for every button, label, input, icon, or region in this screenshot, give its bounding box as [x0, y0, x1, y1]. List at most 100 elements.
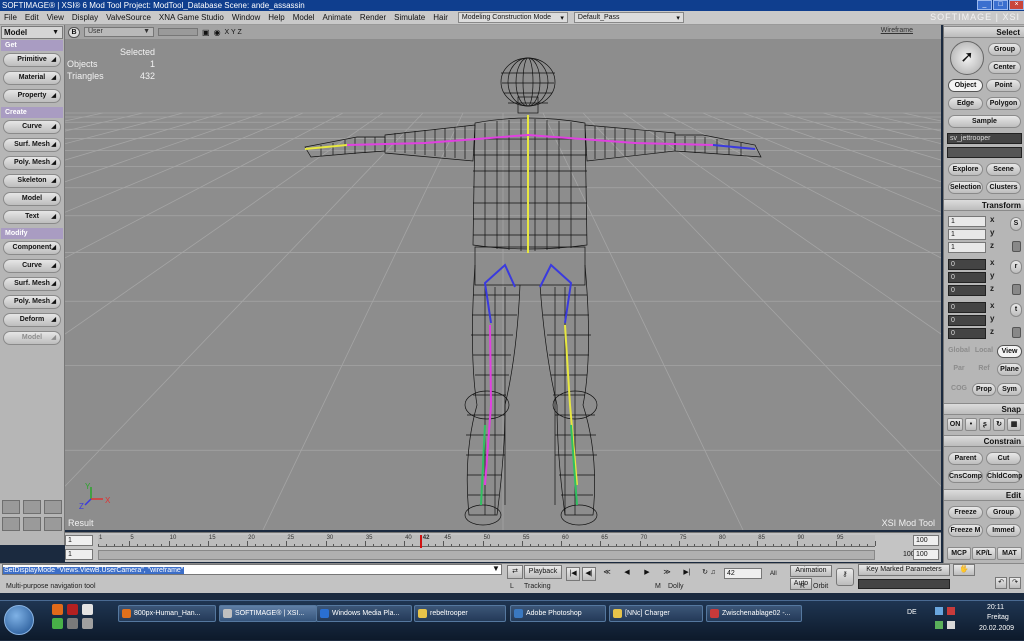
command-line[interactable]: SetDisplayMode "Views.ViewB.UserCamera",…: [2, 564, 502, 575]
modify-surf-mesh-button[interactable]: Surf. Mesh ◢: [3, 277, 61, 291]
clusters-button[interactable]: Clusters: [986, 181, 1021, 194]
last-frame-icon[interactable]: ▶|: [680, 567, 694, 581]
rotate-key-button[interactable]: r: [1010, 260, 1022, 274]
prev-key-icon[interactable]: ◀|: [582, 567, 596, 581]
browser-icon[interactable]: [52, 604, 63, 615]
task-item[interactable]: [NNc] Charger: [609, 605, 703, 622]
app-icon[interactable]: [67, 618, 78, 629]
minimize-button[interactable]: _: [977, 0, 992, 10]
viewport-b-button[interactable]: B: [68, 26, 80, 38]
layout-single-icon[interactable]: [2, 500, 20, 514]
toolbar-select[interactable]: Model ▼: [1, 26, 63, 39]
camera-select[interactable]: User ▼: [84, 27, 154, 37]
eye-icon[interactable]: ◉: [214, 28, 221, 37]
camera-icon[interactable]: ▣: [202, 28, 210, 37]
local-toggle[interactable]: Local: [972, 345, 996, 358]
snap-grid-icon[interactable]: ▦: [1007, 418, 1021, 431]
volume-icon[interactable]: [947, 621, 955, 629]
tab-mat[interactable]: MAT: [997, 547, 1022, 560]
menu-help[interactable]: Help: [264, 11, 288, 25]
property-button[interactable]: Property ◢: [3, 89, 61, 103]
task-item[interactable]: Zwischenablage02 -...: [706, 605, 802, 622]
language-indicator[interactable]: DE: [907, 609, 917, 616]
chldcomp-button[interactable]: ChldComp: [986, 470, 1022, 483]
next-frame-icon[interactable]: ≫: [660, 567, 674, 581]
scene-button[interactable]: Scene: [986, 163, 1021, 176]
app-icon[interactable]: [82, 618, 93, 629]
view-toggle[interactable]: View: [997, 345, 1022, 358]
scale-y-axis[interactable]: y: [990, 228, 994, 237]
immed-button[interactable]: Immed: [986, 524, 1021, 537]
timeline-range-start-field[interactable]: 1: [65, 549, 93, 560]
freeze-m-button[interactable]: Freeze M: [948, 524, 983, 537]
first-frame-icon[interactable]: |◀: [566, 567, 580, 581]
skeleton-button[interactable]: Skeleton ◢: [3, 174, 61, 188]
pass-select[interactable]: Default_Pass ▾: [573, 12, 684, 23]
menu-view[interactable]: View: [43, 11, 68, 25]
task-item[interactable]: Adobe Photoshop: [510, 605, 606, 622]
key-marked-parameters-button[interactable]: Key Marked Parameters: [858, 564, 950, 576]
select-sample-button[interactable]: Sample: [948, 115, 1021, 128]
scale-key-button[interactable]: S: [1010, 217, 1022, 231]
deform-button[interactable]: Deform ◢: [3, 313, 61, 327]
playback-options-icon[interactable]: ⇄: [507, 565, 523, 579]
app-icon[interactable]: [82, 604, 93, 615]
explore-button[interactable]: Explore: [948, 163, 983, 176]
menu-window[interactable]: Window: [228, 11, 264, 25]
translate-key-button[interactable]: t: [1010, 303, 1022, 317]
prev-frame-icon[interactable]: ≪: [600, 567, 614, 581]
animation-button[interactable]: Animation: [790, 565, 832, 577]
select-object-button[interactable]: Object: [948, 79, 983, 92]
translate-lock-icon[interactable]: [1012, 327, 1021, 338]
layout-split-icon[interactable]: [44, 500, 62, 514]
tray-icon[interactable]: [947, 607, 955, 615]
primitive-button[interactable]: Primitive ◢: [3, 53, 61, 67]
scale-x-field[interactable]: 1: [948, 216, 986, 227]
undo-icon[interactable]: ↶: [995, 577, 1007, 589]
scale-y-field[interactable]: 1: [948, 229, 986, 240]
task-item-active[interactable]: SOFTIMAGE® | XSI...: [219, 605, 317, 622]
clock-time[interactable]: 20:11: [987, 604, 1004, 611]
rotate-x-field[interactable]: 0: [948, 259, 986, 270]
task-item[interactable]: Windows Media Pla...: [316, 605, 412, 622]
create-surf-mesh-button[interactable]: Surf. Mesh ◢: [3, 138, 61, 152]
rotate-z-field[interactable]: 0: [948, 285, 986, 296]
timeline-ruler[interactable]: 1 5 10 15 20 25 30 35 40 45 50 55 60 65 70 75 80 85 90 95 42: [98, 535, 876, 548]
menu-simulate[interactable]: Simulate: [390, 11, 429, 25]
select-point-button[interactable]: Point: [986, 79, 1021, 92]
menu-xna[interactable]: XNA Game Studio: [155, 11, 228, 25]
modify-poly-mesh-button[interactable]: Poly. Mesh ◢: [3, 295, 61, 309]
create-curve-button[interactable]: Curve ◢: [3, 120, 61, 134]
cnscomp-button[interactable]: CnsComp: [948, 470, 983, 483]
timeline-end-field[interactable]: 100: [913, 535, 939, 546]
menu-file[interactable]: File: [0, 11, 21, 25]
axes-toggle[interactable]: X Y Z: [225, 29, 242, 36]
redo-icon[interactable]: ↷: [1009, 577, 1021, 589]
translate-y-field[interactable]: 0: [948, 315, 986, 326]
select-edge-button[interactable]: Edge: [948, 97, 983, 110]
key-icon[interactable]: ⚷: [836, 568, 854, 586]
layout-horiz-icon[interactable]: [44, 517, 62, 531]
task-item[interactable]: rebeltrooper: [414, 605, 506, 622]
scale-lock-icon[interactable]: [1012, 241, 1021, 252]
select-center-button[interactable]: Center: [988, 61, 1021, 74]
plane-toggle[interactable]: Plane: [997, 363, 1022, 376]
layout-grid-icon[interactable]: [23, 500, 41, 514]
app-icon[interactable]: [67, 604, 78, 615]
layout-quad-icon[interactable]: [2, 517, 20, 531]
translate-z-field[interactable]: 0: [948, 328, 986, 339]
mode-select[interactable]: Modeling Construction Mode ▾: [457, 12, 568, 23]
selection-name-field[interactable]: sv_jettrooper: [947, 133, 1022, 144]
menu-render[interactable]: Render: [356, 11, 390, 25]
rotate-y-field[interactable]: 0: [948, 272, 986, 283]
edit-group-button[interactable]: Group: [986, 506, 1021, 519]
marked-params-icon[interactable]: 🖐: [953, 564, 975, 576]
viewport-b[interactable]: Y X Z B User ▼ ▣ ◉ X Y Z Wireframe Selec…: [65, 25, 941, 530]
app-icon[interactable]: [52, 618, 63, 629]
start-button[interactable]: [4, 605, 34, 635]
snap-point-icon[interactable]: •: [965, 418, 977, 431]
timeline-start-field[interactable]: 1: [65, 535, 93, 546]
menu-display[interactable]: Display: [68, 11, 102, 25]
close-button[interactable]: ×: [1009, 0, 1024, 10]
timeline-playhead[interactable]: [419, 535, 422, 548]
